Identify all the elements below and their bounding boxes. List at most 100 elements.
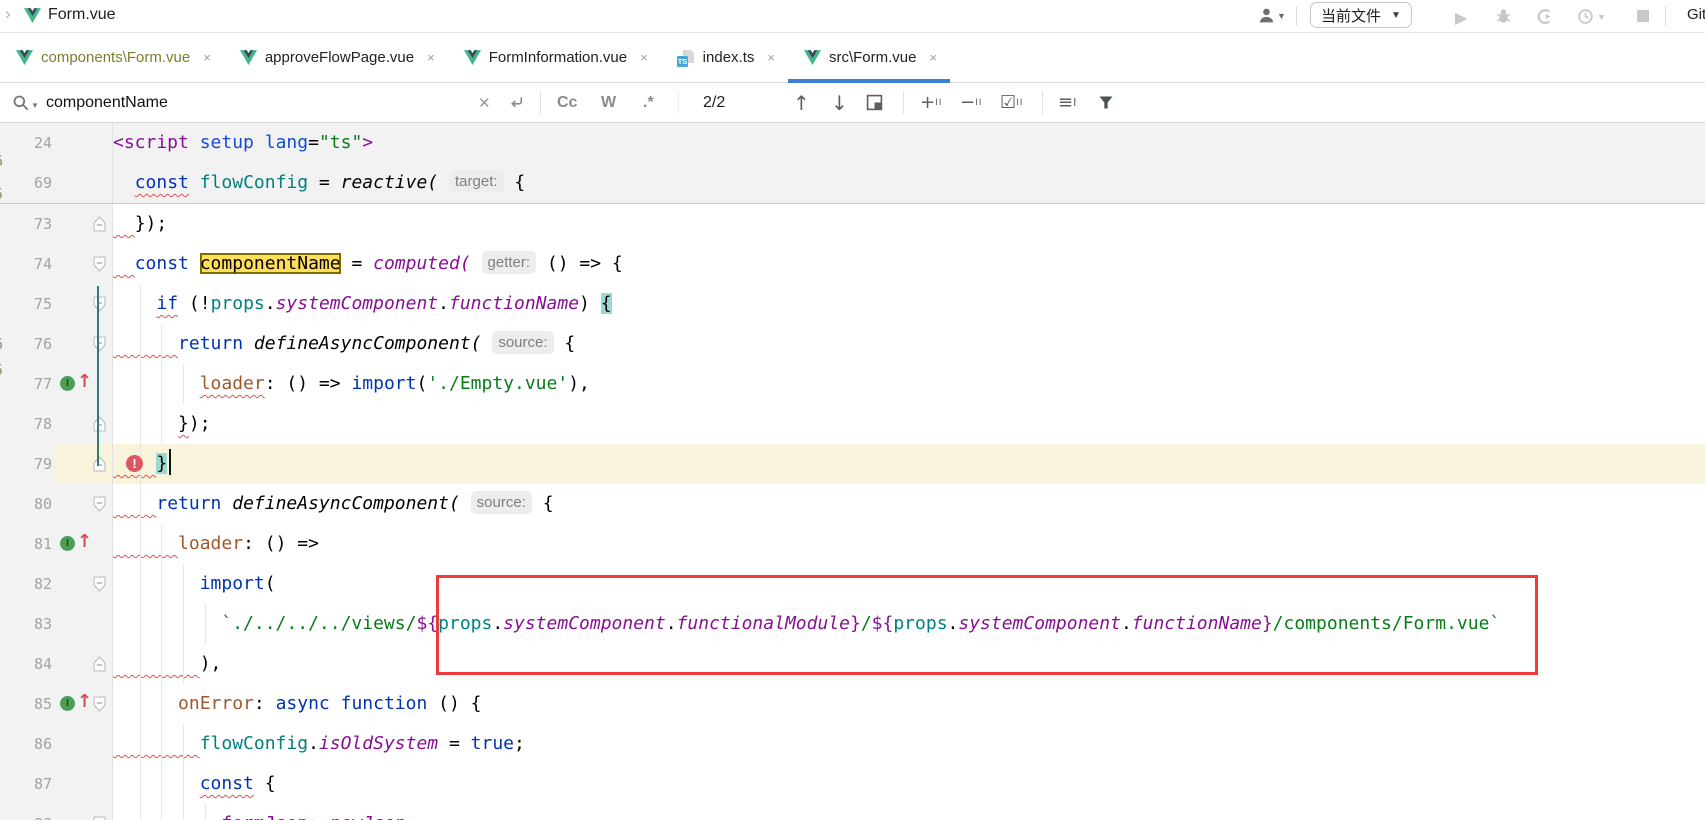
code-text[interactable]: onError: async function () {	[113, 684, 1705, 724]
inline-parameter-hint: source:	[471, 491, 532, 514]
search-options-button[interactable]: ≡I	[1058, 83, 1077, 122]
search-icon[interactable]: ▼	[12, 83, 39, 122]
debug-button[interactable]	[1495, 8, 1512, 25]
indent-guide	[140, 284, 141, 324]
indent-guide	[183, 764, 184, 804]
fold-marker-icon[interactable]	[93, 656, 106, 672]
run-button[interactable]: ▶	[1455, 8, 1467, 28]
code-text[interactable]: });	[113, 404, 1705, 444]
code-text[interactable]: });	[113, 204, 1705, 244]
code-text[interactable]: loader: () =>	[113, 524, 1705, 564]
code-text[interactable]: loader: () => import('./Empty.vue'),	[113, 364, 1705, 404]
code-line-86: 86 flowConfig.isOldSystem = true;	[0, 724, 1705, 764]
whole-words-toggle[interactable]: W	[601, 83, 616, 122]
fold-marker-icon[interactable]	[93, 256, 106, 272]
fold-marker-icon[interactable]	[93, 456, 106, 472]
add-occurrence-button[interactable]: +II	[920, 83, 942, 122]
code-text[interactable]: ),	[113, 644, 1705, 684]
filter-icon[interactable]	[1098, 83, 1114, 122]
gutter: 80	[0, 484, 113, 524]
regex-toggle[interactable]: .*	[643, 83, 654, 122]
code-text[interactable]: }	[113, 444, 1705, 484]
open-in-find-window-button[interactable]	[866, 83, 883, 122]
code-text[interactable]: <script setup lang="ts">	[113, 123, 1705, 163]
fold-marker-icon[interactable]	[93, 576, 106, 592]
clipped-edge-text-fragment: 6	[0, 152, 9, 170]
profiler-button[interactable]: ▼	[1577, 8, 1606, 25]
inspection-gutter-icon[interactable]: I	[60, 536, 75, 551]
fold-marker-icon[interactable]	[93, 216, 106, 232]
gutter: 81I↑	[0, 524, 113, 564]
token	[113, 773, 200, 794]
next-occurrence-button[interactable]: ↓	[831, 83, 848, 122]
fold-marker-icon[interactable]	[93, 816, 106, 820]
inspection-gutter-icon[interactable]: I	[60, 696, 75, 711]
tab-FormInformation.vue[interactable]: FormInformation.vue×	[448, 33, 661, 82]
tab-src-Form.vue[interactable]: src\Form.vue ×	[788, 33, 950, 82]
code-text[interactable]: const componentName = computed( getter: …	[113, 244, 1705, 284]
code-text[interactable]: return defineAsyncComponent( source: {	[113, 484, 1705, 524]
token	[189, 172, 200, 193]
token: "ts"	[319, 132, 362, 153]
indent-guide	[140, 684, 141, 724]
indent-guide	[140, 644, 141, 684]
navigate-up-gutter-icon[interactable]: ↑	[77, 371, 92, 393]
code-text[interactable]: `./../../../views/${props.systemComponen…	[113, 604, 1705, 644]
run-configuration-combo[interactable]: 当前文件 ▼	[1310, 2, 1412, 28]
token: (!	[178, 293, 211, 314]
code-text[interactable]: flowConfig.isOldSystem = true;	[113, 724, 1705, 764]
token: formJson	[221, 813, 308, 820]
run-with-coverage-button[interactable]	[1536, 8, 1553, 25]
clear-search-icon[interactable]: ✕	[478, 83, 491, 122]
user-account-button[interactable]: ▼	[1258, 7, 1286, 24]
indent-guide	[183, 564, 184, 604]
indent-guide	[183, 604, 184, 644]
fold-marker-icon[interactable]	[93, 296, 106, 312]
tab-close-icon[interactable]: ×	[767, 50, 775, 65]
error-intention-icon[interactable]: !	[126, 455, 143, 472]
line-number: 78	[0, 404, 52, 444]
code-text[interactable]: const flowConfig = reactive( target: {	[113, 163, 1705, 203]
fold-marker-icon[interactable]	[93, 336, 106, 352]
tab-close-icon[interactable]: ×	[929, 50, 937, 65]
token: .	[492, 613, 503, 634]
git-menu[interactable]: Git	[1687, 6, 1705, 23]
indent-guide	[140, 564, 141, 604]
gutter: 85I↑	[0, 684, 113, 724]
previous-occurrence-button[interactable]: ↑	[793, 83, 810, 122]
insert-newline-icon[interactable]	[508, 83, 525, 122]
code-text[interactable]: if (!props.systemComponent.functionName)…	[113, 284, 1705, 324]
gutter: 82	[0, 564, 113, 604]
code-line-69: 69 const flowConfig = reactive( target: …	[0, 163, 1705, 204]
tab-index.ts[interactable]: TSindex.ts×	[661, 33, 788, 82]
search-input[interactable]: componentName	[46, 83, 168, 122]
tab-close-icon[interactable]: ×	[640, 50, 648, 65]
stop-button[interactable]	[1637, 10, 1649, 22]
editor-tab-bar: components\Form.vue×approveFlowPage.vue×…	[0, 33, 1705, 83]
inspection-gutter-icon[interactable]: I	[60, 376, 75, 391]
tab-label: index.ts	[703, 49, 755, 66]
fold-marker-icon[interactable]	[93, 496, 106, 512]
token: const	[135, 253, 189, 274]
token: {	[554, 333, 576, 354]
code-editor[interactable]: 24<script setup lang="ts">69 const flowC…	[0, 123, 1705, 820]
code-text[interactable]: return defineAsyncComponent( source: {	[113, 324, 1705, 364]
navigate-up-gutter-icon[interactable]: ↑	[77, 531, 92, 553]
select-all-occurrences-button[interactable]: ☑II	[1000, 83, 1023, 122]
code-text[interactable]: formJson: newJson,	[113, 804, 1705, 820]
fold-marker-icon[interactable]	[93, 696, 106, 712]
tab-close-icon[interactable]: ×	[427, 50, 435, 65]
tab-approveFlowPage.vue[interactable]: approveFlowPage.vue×	[224, 33, 448, 82]
token: defineAsyncComponent(	[254, 333, 482, 354]
navigate-up-gutter-icon[interactable]: ↑	[77, 691, 92, 713]
token	[460, 493, 471, 514]
fold-marker-icon[interactable]	[93, 416, 106, 432]
tab-label: src\Form.vue	[829, 49, 917, 66]
match-case-toggle[interactable]: Cc	[557, 83, 577, 122]
tab-components-Form.vue[interactable]: components\Form.vue×	[0, 33, 224, 82]
gutter: 83	[0, 604, 113, 644]
tab-close-icon[interactable]: ×	[203, 50, 211, 65]
code-text[interactable]: const {	[113, 764, 1705, 804]
code-text[interactable]: import(	[113, 564, 1705, 604]
remove-occurrence-button[interactable]: −II	[960, 83, 982, 122]
